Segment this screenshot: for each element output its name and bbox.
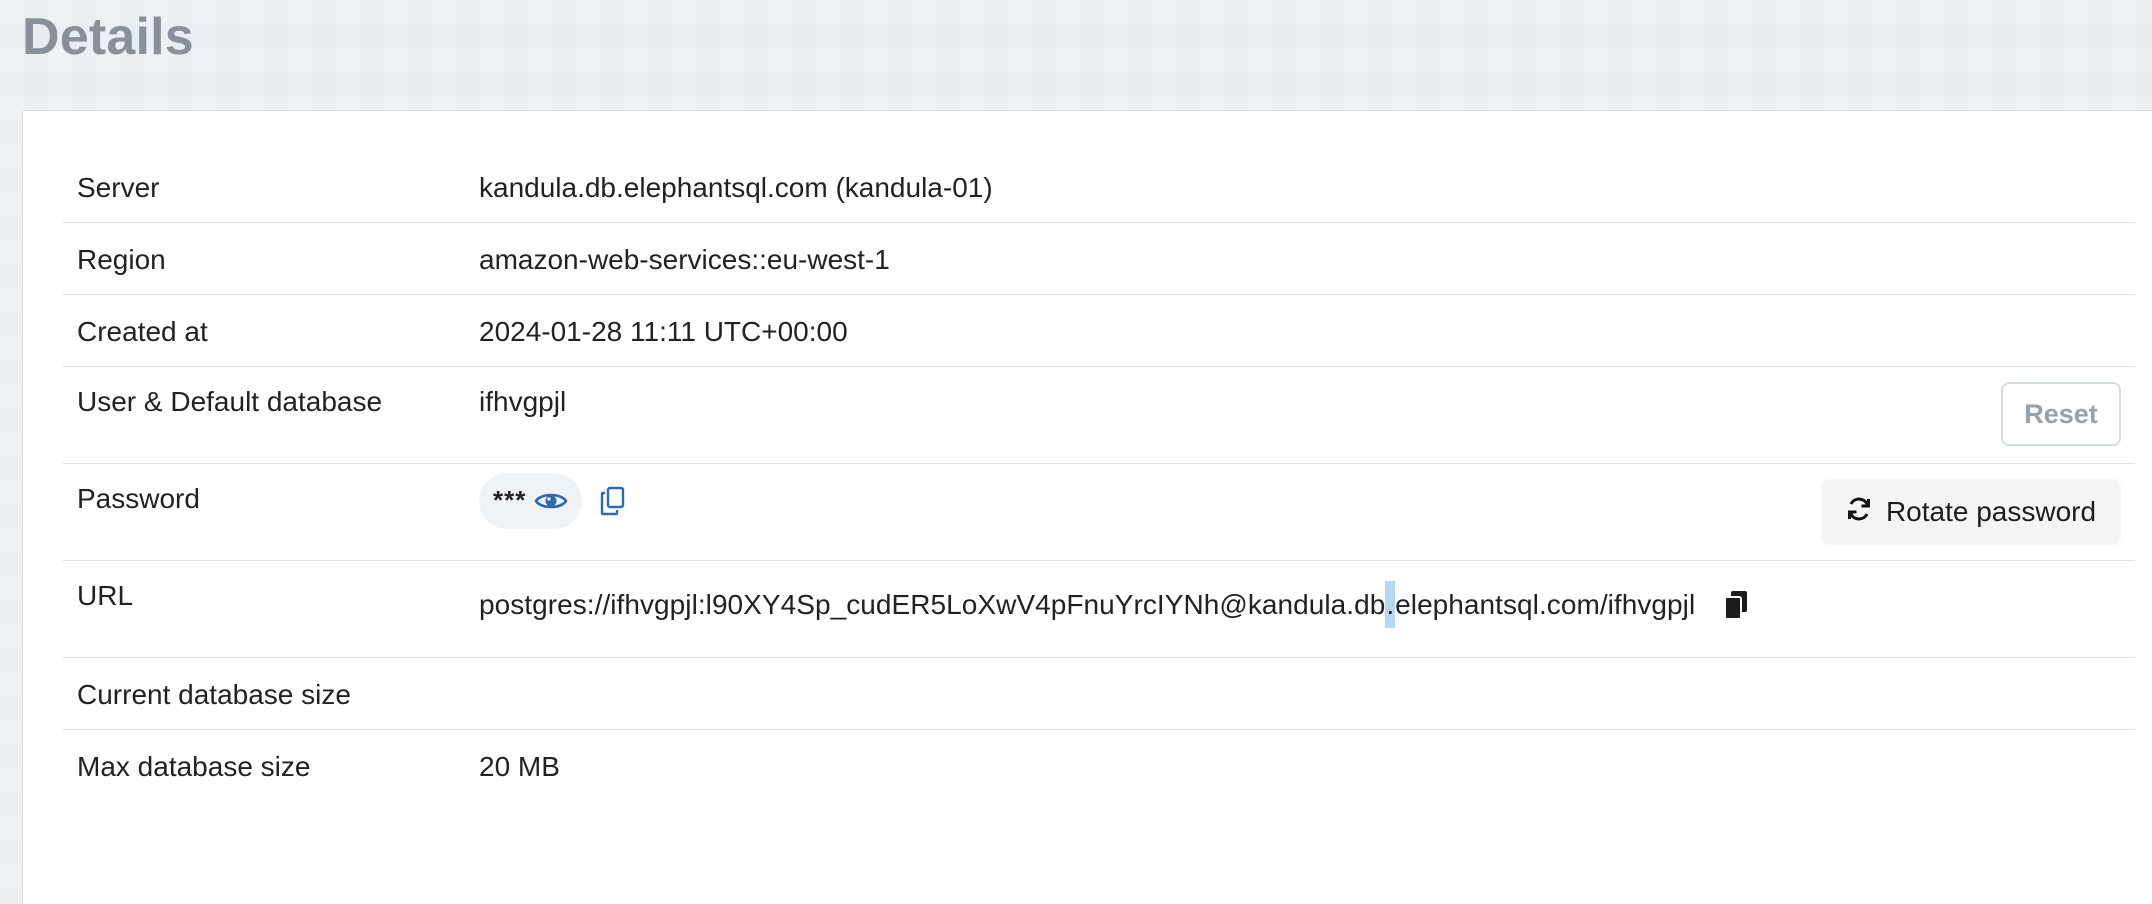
url-part-2: elephantsql.com/ifhvgpjl: [1395, 589, 1696, 620]
password-field: ***: [479, 473, 583, 529]
max-db-size-label: Max database size: [77, 751, 311, 782]
row-server: Server kandula.db.elephantsql.com (kandu…: [63, 151, 2135, 223]
url-selection: .: [1385, 581, 1396, 628]
server-value: kandula.db.elephantsql.com (kandula-01): [479, 172, 993, 203]
row-user: User & Default database ifhvgpjl Reset: [63, 367, 2135, 464]
connection-url[interactable]: postgres://ifhvgpjl:l90XY4Sp_cudER5LoXwV…: [479, 581, 1696, 628]
row-url: URL postgres://ifhvgpjl:l90XY4Sp_cudER5L…: [63, 561, 2135, 658]
region-label: Region: [77, 244, 166, 275]
url-value: postgres://ifhvgpjl:l90XY4Sp_cudER5LoXwV…: [479, 578, 2135, 628]
copy-url-icon[interactable]: [1723, 590, 1749, 620]
rotate-password-label: Rotate password: [1885, 496, 2097, 527]
max-db-size-value: 20 MB: [479, 751, 560, 782]
created-at-value: 2024-01-28 11:11 UTC+00:00: [479, 316, 848, 347]
region-value: amazon-web-services::eu-west-1: [479, 244, 890, 275]
user-value: ifhvgpjl: [479, 386, 567, 417]
eye-icon[interactable]: [534, 489, 568, 513]
row-current-db-size: Current database size: [63, 658, 2135, 730]
url-part-1: postgres://ifhvgpjl:l90XY4Sp_cudER5LoXwV…: [479, 589, 1386, 620]
copy-password-icon[interactable]: [600, 486, 626, 516]
row-region: Region amazon-web-services::eu-west-1: [63, 223, 2135, 295]
row-created-at: Created at 2024-01-28 11:11 UTC+00:00: [63, 295, 2135, 367]
page-title: Details: [22, 8, 194, 66]
row-max-db-size: Max database size 20 MB: [63, 730, 2135, 802]
row-password: Password *** Rotate password: [63, 464, 2135, 561]
refresh-icon: [1846, 496, 1872, 529]
created-at-label: Created at: [77, 316, 208, 347]
server-label: Server: [77, 172, 160, 203]
password-label: Password: [77, 483, 200, 514]
user-label: User & Default database: [77, 386, 383, 417]
reset-button[interactable]: Reset: [2001, 382, 2121, 446]
url-label: URL: [77, 580, 134, 611]
password-mask: ***: [493, 485, 527, 516]
details-table: Server kandula.db.elephantsql.com (kandu…: [63, 151, 2135, 802]
rotate-password-button[interactable]: Rotate password: [1821, 479, 2121, 545]
current-db-size-label: Current database size: [77, 679, 351, 710]
details-panel: Server kandula.db.elephantsql.com (kandu…: [22, 110, 2152, 904]
